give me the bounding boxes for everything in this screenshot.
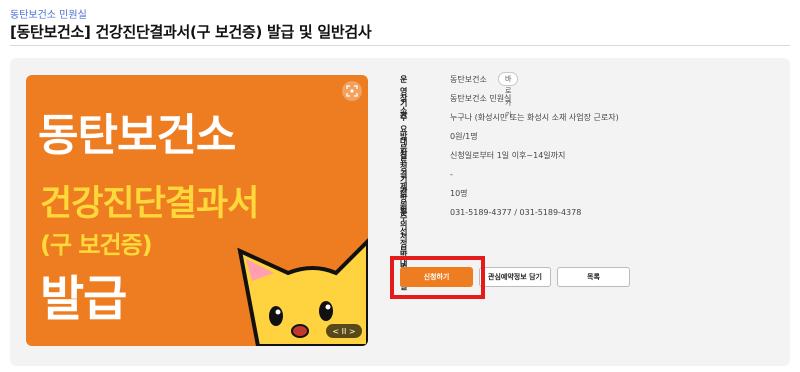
poster-line-1: 동탄보건소 [38,110,236,161]
poster-image[interactable]: 동탄보건소 건강진단결과서 (구 보건증) 발급 < II > [26,75,368,346]
info-value: 동탄보건소 [450,75,487,84]
poster-line-4: 발급 [40,271,127,327]
info-value: 10명 [450,189,468,198]
info-value: 동탄보건소 민원실 [450,94,512,103]
zoom-icon[interactable] [342,81,362,101]
slide-pager[interactable]: < II > [326,324,362,338]
breadcrumb[interactable]: 동탄보건소 민원실 [10,6,87,21]
info-value: 031-5189-4377 / 031-5189-4378 [450,208,582,217]
shortcut-button[interactable]: 바로가기 [498,72,519,119]
highlight-box [390,256,485,299]
title-divider [10,45,790,46]
info-value: 0원/1명 [450,132,478,141]
list-button[interactable]: 목록 [557,267,630,287]
info-value: 누구나 (화성시민 또는 화성시 소재 사업장 근로자) [450,113,619,122]
add-favorite-button[interactable]: 관심예약정보 담기 [479,267,551,287]
info-value: - [450,170,453,179]
page-title: [동탄보건소] 건강진단결과서(구 보건증) 발급 및 일반검사 [10,23,372,41]
poster-line-3: (구 보건증) [40,231,153,259]
info-value: 신청일로부터 1일 이후~14일까지 [450,151,566,160]
